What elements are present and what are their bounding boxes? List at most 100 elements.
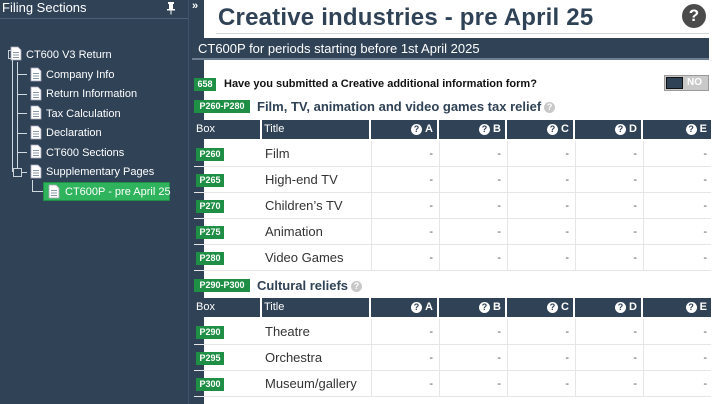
box-code-badge: P290 <box>196 326 224 339</box>
column-header-e: ? E <box>643 298 711 317</box>
tree-item-declaration[interactable]: Declaration <box>46 126 102 140</box>
value-cell-b[interactable]: - <box>439 219 505 245</box>
value-cell-c[interactable]: - <box>507 345 573 371</box>
column-header-label: C <box>561 301 569 313</box>
document-icon <box>30 86 42 101</box>
value-cell-e[interactable]: - <box>643 167 711 193</box>
table-row: P300 Museum/gallery - - - - - <box>194 371 711 397</box>
section-title: Cultural reliefs? <box>257 278 363 294</box>
value-cell-a[interactable]: - <box>371 345 437 371</box>
box-code-badge: P265 <box>196 174 224 187</box>
value-cell-e[interactable]: - <box>643 219 711 245</box>
tree-line <box>17 133 27 134</box>
row-title: Theatre <box>265 324 310 339</box>
value-cell-b[interactable]: - <box>439 345 505 371</box>
value-cell-c[interactable]: - <box>507 319 573 345</box>
value-cell-a[interactable]: - <box>371 167 437 193</box>
column-header-d: ? D <box>575 120 641 139</box>
tree-line <box>17 113 27 114</box>
column-header-c: ? C <box>507 120 573 139</box>
help-icon[interactable]: ? <box>685 124 697 135</box>
row-title: Museum/gallery <box>265 376 357 391</box>
help-icon[interactable]: ? <box>411 124 423 135</box>
box-code-badge: P275 <box>196 226 224 239</box>
help-icon[interactable]: ? <box>615 124 627 135</box>
section-title-text: Cultural reliefs <box>257 278 349 293</box>
value-cell-a[interactable]: - <box>371 141 437 167</box>
toggle-label: NO <box>687 77 702 88</box>
sidebar-header: Filing Sections <box>0 0 188 18</box>
value-cell-b[interactable]: - <box>439 141 505 167</box>
sidebar-title: Filing Sections <box>2 0 87 15</box>
value-cell-d[interactable]: - <box>575 193 641 219</box>
tree-item-return-information[interactable]: Return Information <box>46 87 137 101</box>
box-code-badge: P270 <box>196 200 224 213</box>
tree-collapse-toggle[interactable] <box>13 168 22 177</box>
value-cell-c[interactable]: - <box>507 245 573 271</box>
value-cell-d[interactable]: - <box>575 141 641 167</box>
tree-line <box>17 94 27 95</box>
help-icon[interactable]: ? <box>544 102 556 113</box>
value-cell-c[interactable]: - <box>507 193 573 219</box>
value-cell-a[interactable]: - <box>371 245 437 271</box>
help-icon[interactable]: ? <box>682 4 706 28</box>
help-icon[interactable]: ? <box>479 302 491 313</box>
value-cell-b[interactable]: - <box>439 193 505 219</box>
value-cell-d[interactable]: - <box>575 371 641 397</box>
tree-line <box>17 74 27 75</box>
table-row: P270 Children’s TV - - - - - <box>194 193 711 219</box>
row-title: Orchestra <box>265 350 323 365</box>
document-icon <box>30 164 42 179</box>
row-title: Children’s TV <box>265 198 343 213</box>
value-cell-e[interactable]: - <box>643 141 711 167</box>
value-cell-b[interactable]: - <box>439 167 505 193</box>
table-row: P260 Film - - - - - <box>194 141 711 167</box>
value-cell-c[interactable]: - <box>507 141 573 167</box>
help-icon[interactable]: ? <box>411 302 423 313</box>
creative-form-toggle[interactable]: NO <box>664 75 709 91</box>
document-icon <box>30 105 42 120</box>
column-header-label: A <box>425 301 433 313</box>
help-icon[interactable]: ? <box>351 281 363 292</box>
value-cell-d[interactable]: - <box>575 319 641 345</box>
value-cell-b[interactable]: - <box>439 319 505 345</box>
tree-line <box>12 60 13 172</box>
value-cell-a[interactable]: - <box>371 319 437 345</box>
value-cell-d[interactable]: - <box>575 219 641 245</box>
value-cell-d[interactable]: - <box>575 245 641 271</box>
value-cell-e[interactable]: - <box>643 245 711 271</box>
pin-icon[interactable] <box>165 1 177 15</box>
value-cell-a[interactable]: - <box>371 371 437 397</box>
title-divider <box>216 33 709 34</box>
help-icon[interactable]: ? <box>479 124 491 135</box>
tree-item-tax-calculation[interactable]: Tax Calculation <box>46 107 121 121</box>
value-cell-e[interactable]: - <box>643 345 711 371</box>
value-cell-e[interactable]: - <box>643 319 711 345</box>
column-header-label: A <box>425 123 433 135</box>
value-cell-b[interactable]: - <box>439 371 505 397</box>
help-icon[interactable]: ? <box>547 124 559 135</box>
value-cell-b[interactable]: - <box>439 245 505 271</box>
value-cell-e[interactable]: - <box>643 193 711 219</box>
value-cell-c[interactable]: - <box>507 371 573 397</box>
value-cell-d[interactable]: - <box>575 345 641 371</box>
tree-item-supplementary-pages[interactable]: Supplementary Pages <box>46 165 154 179</box>
help-icon[interactable]: ? <box>615 302 627 313</box>
value-cell-a[interactable]: - <box>371 193 437 219</box>
value-cell-e[interactable]: - <box>643 371 711 397</box>
double-chevron-right-icon[interactable]: » <box>192 0 198 12</box>
value-cell-c[interactable]: - <box>507 219 573 245</box>
document-icon <box>30 144 42 159</box>
document-icon <box>10 46 22 61</box>
column-header-title: Title <box>262 298 369 317</box>
tree-item-ct600-v3-return[interactable]: CT600 V3 Return <box>26 48 112 62</box>
box-code-badge: P260 <box>196 148 224 161</box>
help-icon[interactable]: ? <box>685 302 697 313</box>
value-cell-d[interactable]: - <box>575 167 641 193</box>
value-cell-a[interactable]: - <box>371 219 437 245</box>
tree-item-ct600-sections[interactable]: CT600 Sections <box>46 146 124 160</box>
help-icon[interactable]: ? <box>547 302 559 313</box>
tree-item-ct600p-pre-april-25[interactable]: CT600P - pre April 25 <box>43 182 171 201</box>
tree-item-company-info[interactable]: Company Info <box>46 68 114 82</box>
value-cell-c[interactable]: - <box>507 167 573 193</box>
